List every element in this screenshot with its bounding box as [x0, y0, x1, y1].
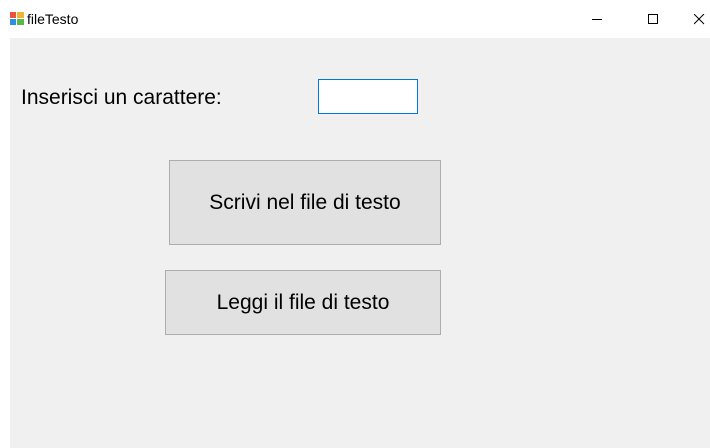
form-client-area: Inserisci un carattere: Scrivi nel file … — [10, 38, 710, 448]
minimize-icon — [591, 14, 603, 25]
close-button[interactable] — [676, 0, 710, 38]
read-file-button-label: Leggi il file di testo — [216, 290, 390, 314]
character-input-label: Inserisci un carattere: — [21, 86, 222, 109]
close-icon — [693, 13, 705, 25]
write-file-button-label: Scrivi nel file di testo — [209, 190, 401, 214]
title-bar[interactable]: fileTesto — [0, 0, 710, 38]
maximize-button[interactable] — [630, 0, 676, 38]
app-window: fileTesto Inserisci un carattere: Scrivi… — [0, 0, 710, 448]
write-file-button[interactable]: Scrivi nel file di testo — [169, 160, 441, 245]
maximize-icon — [647, 13, 659, 25]
app-icon — [10, 12, 24, 25]
window-title: fileTesto — [27, 11, 79, 27]
minimize-button[interactable] — [574, 0, 620, 38]
character-input[interactable] — [318, 79, 418, 114]
read-file-button[interactable]: Leggi il file di testo — [165, 270, 441, 335]
